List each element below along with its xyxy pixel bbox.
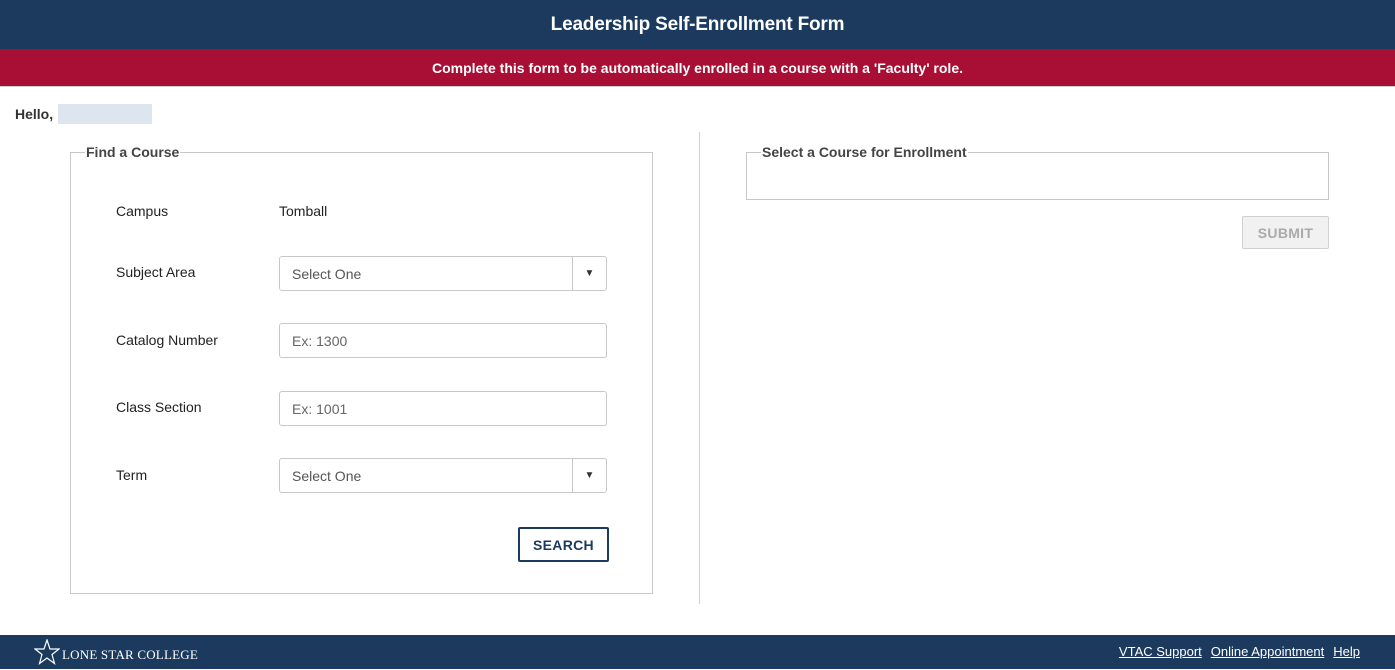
search-button[interactable]: SEARCH bbox=[518, 527, 609, 562]
info-banner: Complete this form to be automatically e… bbox=[0, 49, 1395, 87]
class-section-label: Class Section bbox=[116, 399, 202, 415]
campus-label: Campus bbox=[116, 203, 169, 219]
lone-star-college-logo[interactable]: LONE STAR COLLEGE bbox=[33, 638, 198, 670]
column-divider bbox=[699, 132, 700, 604]
class-section-field[interactable] bbox=[279, 391, 607, 426]
campus-value: Tomball bbox=[279, 203, 328, 219]
subject-area-label: Subject Area bbox=[116, 264, 196, 280]
greeting-label: Hello, bbox=[15, 106, 54, 122]
catalog-number-input[interactable] bbox=[280, 324, 606, 357]
class-section-input[interactable] bbox=[280, 392, 606, 425]
catalog-number-label: Catalog Number bbox=[116, 332, 218, 348]
star-icon bbox=[33, 638, 61, 670]
term-label: Term bbox=[116, 467, 148, 483]
footer-links: VTAC Support Online Appointment Help bbox=[1119, 644, 1360, 659]
term-selected: Select One bbox=[292, 467, 362, 484]
user-name-redacted bbox=[58, 104, 153, 124]
term-select[interactable]: Select One ▼ bbox=[279, 458, 607, 493]
find-course-legend: Find a Course bbox=[86, 144, 180, 160]
enrollment-legend: Select a Course for Enrollment bbox=[762, 144, 967, 160]
page-footer: LONE STAR COLLEGE VTAC Support Online Ap… bbox=[0, 635, 1395, 669]
vtac-support-link[interactable]: VTAC Support bbox=[1119, 644, 1202, 659]
greeting: Hello, bbox=[15, 104, 153, 124]
catalog-number-field[interactable] bbox=[279, 323, 607, 358]
subject-area-select[interactable]: Select One ▼ bbox=[279, 256, 607, 291]
caret-down-icon[interactable]: ▼ bbox=[572, 459, 606, 492]
submit-button[interactable]: SUBMIT bbox=[1242, 216, 1329, 249]
enrollment-panel: Select a Course for Enrollment bbox=[746, 144, 1329, 200]
banner-text: Complete this form to be automatically e… bbox=[432, 59, 963, 76]
logo-text: LONE STAR COLLEGE bbox=[62, 646, 198, 662]
subject-area-selected: Select One bbox=[292, 265, 362, 282]
online-appointment-link[interactable]: Online Appointment bbox=[1211, 644, 1324, 659]
page-title: Leadership Self-Enrollment Form bbox=[550, 13, 845, 35]
caret-down-icon[interactable]: ▼ bbox=[572, 257, 606, 290]
page-header: Leadership Self-Enrollment Form bbox=[0, 0, 1395, 49]
help-link[interactable]: Help bbox=[1333, 644, 1360, 659]
